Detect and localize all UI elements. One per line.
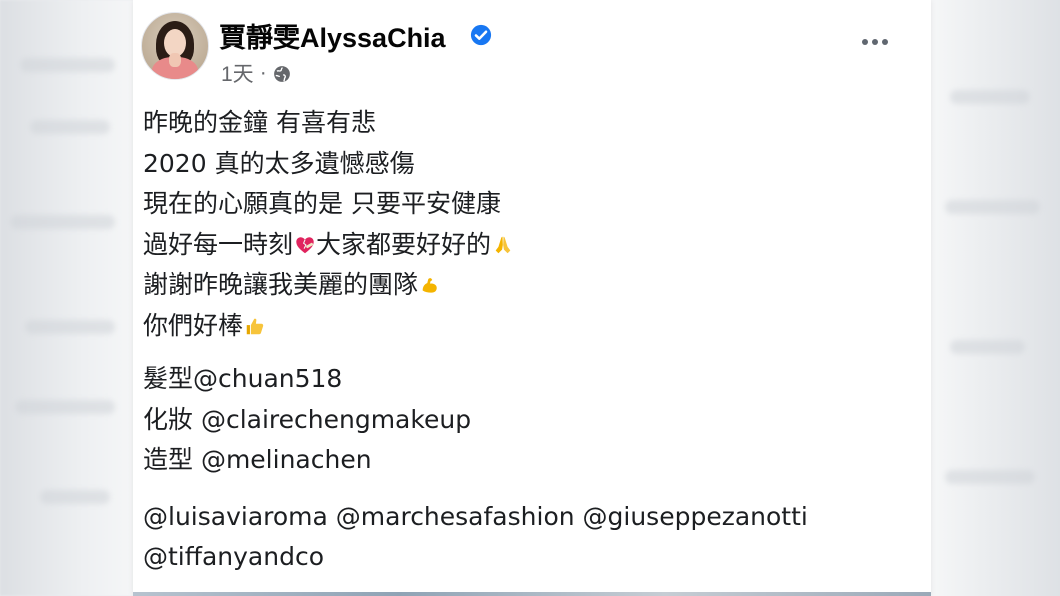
credit-line: 造型 @melinachen [143,440,903,481]
post-line-text: 昨晚的金鐘 有喜有悲 [143,108,376,137]
post-line: 現在的心願真的是 只要平安健康 [143,184,903,225]
heart-mending-emoji [296,236,314,253]
menu-dot [862,39,868,45]
post-line-text: 過好每一時刻 [143,229,294,259]
blurred-background-text [30,120,110,134]
post-line-text: 你們好棒 [143,310,244,340]
post-line: 昨晚的金鐘 有喜有悲 [143,103,903,144]
post-line: 2020 真的太多遺憾感傷 [143,144,903,185]
credit-label: 化妝 [143,404,201,434]
blurred-background-text [25,320,115,334]
menu-dot [872,39,878,45]
more-options-icon[interactable] [857,28,893,56]
mention-link[interactable]: @luisaviaroma @marchesafashion @giuseppe… [143,502,808,531]
post-media-preview[interactable] [133,592,931,596]
mention-link[interactable]: @chuan518 [193,364,342,393]
brand-mentions-line: @tiffanyandco [143,537,903,578]
blurred-background-text [40,490,110,504]
post-line: 謝謝昨晚讓我美麗的團隊 [143,265,903,306]
verified-badge-icon [470,24,492,46]
post-line-text: 大家都要好好的 [316,229,492,259]
blurred-background-text [20,58,115,72]
blurred-background-text [945,200,1040,214]
mention-link[interactable]: @tiffanyandco [143,542,324,571]
mention-link[interactable]: @clairechengmakeup [201,405,471,434]
credit-label: 造型 [143,445,201,474]
thumbs-up-emoji [246,318,264,334]
post-line-text: 謝謝昨晚讓我美麗的團隊 [143,270,419,299]
post-line: 過好每一時刻 大家都要好好的 [143,225,903,266]
post-timestamp[interactable]: 1天 [221,58,254,88]
menu-dot [882,39,888,45]
author-name[interactable]: 賈靜雯AlyssaChia [219,16,446,55]
blurred-background-text [950,90,1030,104]
blurred-background-text [945,470,1035,484]
post-line-text: 現在的心願真的是 只要平安健康 [143,189,501,218]
muscle-emoji [422,278,437,293]
author-avatar[interactable] [141,12,209,80]
post-meta: 1天 · [221,58,291,88]
blurred-background-text [950,340,1025,354]
blurred-background-left [0,0,140,596]
meta-separator: · [259,61,267,84]
credit-label: 髮型 [143,364,194,393]
credit-line: 化妝 @clairechengmakeup [143,400,903,441]
brand-mentions-line: @luisaviaroma @marchesafashion @giuseppe… [143,497,903,538]
post-line: 你們好棒 [143,306,903,347]
avatar-hands [169,53,181,67]
post-card: 賈靜雯AlyssaChia 1天 · 昨晚的金鐘 有喜有悲 2020 真的太多遺… [133,0,931,596]
blurred-background-text [15,400,115,414]
mention-link[interactable]: @melinachen [201,445,372,474]
post-line-text: 2020 真的太多遺憾感傷 [143,148,415,178]
pray-emoji [495,236,511,253]
post-text: 昨晚的金鐘 有喜有悲 2020 真的太多遺憾感傷 現在的心願真的是 只要平安健康… [143,103,903,578]
credit-line: 髮型@chuan518 [143,359,903,400]
globe-icon[interactable] [273,65,291,83]
blurred-background-text [10,215,115,229]
